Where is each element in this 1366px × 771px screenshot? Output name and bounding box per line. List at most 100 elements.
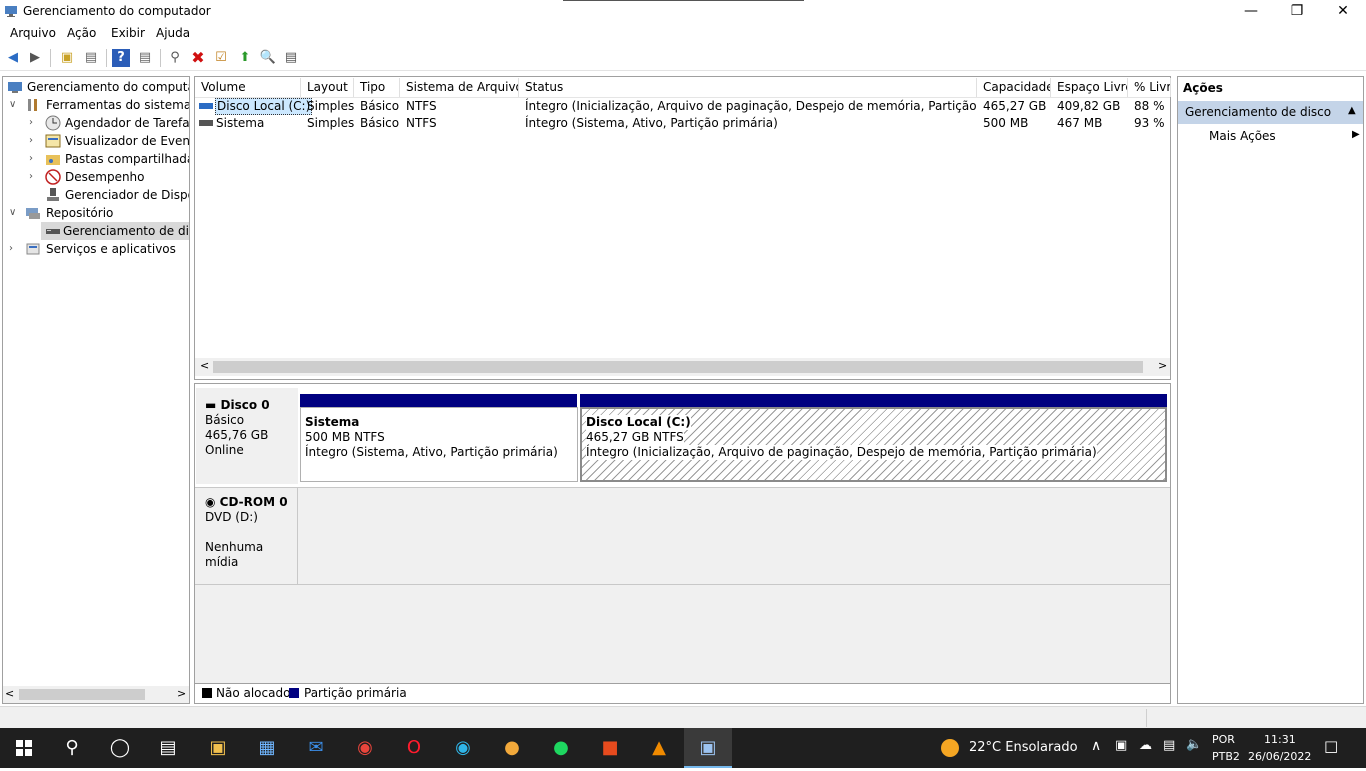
weather-label[interactable]: 22°C Ensolarado bbox=[969, 740, 1078, 755]
cortana-icon[interactable]: ◯ bbox=[96, 728, 144, 768]
partition-bar bbox=[300, 394, 577, 407]
show-hide-tree-icon[interactable]: ▤ bbox=[82, 49, 100, 67]
title-bar: Gerenciamento do computador — ❐ ✕ bbox=[0, 0, 1366, 24]
vlc-icon[interactable]: ▲ bbox=[635, 728, 683, 768]
cell-tipo: Básico bbox=[360, 116, 400, 130]
connect-drive-icon[interactable]: ⚲ bbox=[166, 49, 184, 67]
mail-icon[interactable]: ✉ bbox=[292, 728, 340, 768]
col-capacidade[interactable]: Capacidade bbox=[977, 78, 1051, 97]
clock-time[interactable]: 11:31 bbox=[1264, 733, 1296, 746]
cdrom-label[interactable]: ◉ CD-ROM 0 DVD (D:) Nenhuma mídia bbox=[196, 488, 298, 584]
tree-services[interactable]: › Serviços e aplicativos bbox=[5, 240, 189, 258]
cell-fs: NTFS bbox=[406, 99, 437, 113]
up-folder-icon[interactable]: ▣ bbox=[58, 49, 76, 67]
computer-management-taskbar-icon[interactable]: ▣ bbox=[684, 728, 732, 768]
back-arrow-icon[interactable]: ◀ bbox=[4, 49, 22, 67]
table-row[interactable]: Sistema Simples Básico NTFS Íntegro (Sis… bbox=[198, 115, 1170, 132]
col-layout[interactable]: Layout bbox=[301, 78, 354, 97]
teams-icon[interactable]: ▣ bbox=[1115, 738, 1127, 753]
menu-ajuda[interactable]: Ajuda bbox=[156, 26, 190, 40]
taskbar: ⚲ ◯ ▤ ▣ ▦ ✉ ◉ O ◉ ● ● ■ ▲ ▣ 22°C Ensolar… bbox=[0, 728, 1366, 768]
chevron-right-icon[interactable]: › bbox=[29, 114, 41, 132]
table-row[interactable]: Disco Local (C:) Simples Básico NTFS Ínt… bbox=[198, 98, 1170, 115]
scroll-thumb[interactable] bbox=[19, 689, 145, 700]
tree-root[interactable]: Gerenciamento do computador (Local) bbox=[5, 78, 189, 96]
cell-fs: NTFS bbox=[406, 116, 437, 130]
scroll-right-icon[interactable]: > bbox=[1158, 359, 1167, 372]
col-sistema-arquivos[interactable]: Sistema de Arquivos bbox=[400, 78, 519, 97]
keyboard-layout-label[interactable]: PTB2 bbox=[1212, 750, 1240, 763]
search-icon[interactable]: ⚲ bbox=[48, 728, 96, 768]
menu-arquivo[interactable]: Arquivo bbox=[10, 26, 56, 40]
scroll-left-icon[interactable]: < bbox=[200, 359, 209, 372]
task-view-icon[interactable]: ▤ bbox=[144, 728, 192, 768]
tree-task-scheduler[interactable]: › Agendador de Tarefas bbox=[5, 114, 189, 132]
scroll-thumb[interactable] bbox=[213, 361, 1143, 373]
scroll-right-icon[interactable]: > bbox=[177, 687, 186, 700]
edge-icon[interactable]: ◉ bbox=[439, 728, 487, 768]
import-icon[interactable]: ⬆ bbox=[236, 49, 254, 67]
windows-start-icon[interactable] bbox=[0, 728, 48, 768]
forward-arrow-icon[interactable]: ▶ bbox=[26, 49, 44, 67]
actions-section-disk-management[interactable]: Gerenciamento de disco ▲ bbox=[1178, 101, 1363, 124]
list-view-icon[interactable]: ▤ bbox=[282, 49, 300, 67]
delete-icon[interactable]: ✖ bbox=[189, 49, 207, 67]
file-explorer-icon[interactable]: ▣ bbox=[194, 728, 242, 768]
col-percent-livre[interactable]: % Livre bbox=[1128, 78, 1171, 97]
tree-shared-folders[interactable]: › Pastas compartilhadas bbox=[5, 150, 189, 168]
disk0-label[interactable]: ▬ Disco 0 Básico 465,76 GB Online bbox=[196, 388, 298, 484]
maximize-button[interactable]: ❐ bbox=[1274, 0, 1320, 24]
tree-disk-management[interactable]: Gerenciamento de disco bbox=[41, 222, 189, 240]
partition-sistema[interactable]: Sistema 500 MB NTFS Íntegro (Sistema, At… bbox=[300, 407, 578, 482]
tree-performance[interactable]: › Desempenho bbox=[5, 168, 189, 186]
scroll-left-icon[interactable]: < bbox=[5, 687, 14, 700]
onedrive-icon[interactable]: ☁ bbox=[1139, 738, 1152, 753]
col-tipo[interactable]: Tipo bbox=[354, 78, 400, 97]
volume-list: Volume Layout Tipo Sistema de Arquivos S… bbox=[194, 76, 1171, 380]
cell-status: Íntegro (Inicialização, Arquivo de pagin… bbox=[525, 99, 977, 113]
tree-label: Repositório bbox=[46, 206, 114, 220]
properties-icon[interactable]: ☑ bbox=[212, 49, 230, 67]
volume-horizontal-scrollbar[interactable]: < > bbox=[195, 358, 1170, 376]
col-espaco-livre[interactable]: Espaço Livre bbox=[1051, 78, 1128, 97]
partition-disco-local-c[interactable]: Disco Local (C:) 465,27 GB NTFS Íntegro … bbox=[580, 407, 1167, 482]
tree-system-tools[interactable]: ∨ Ferramentas do sistema bbox=[5, 96, 189, 114]
tree-storage[interactable]: ∨ Repositório bbox=[5, 204, 189, 222]
network-icon[interactable]: ▤ bbox=[1163, 738, 1175, 753]
chevron-up-icon[interactable]: ∧ bbox=[1091, 738, 1101, 754]
more-actions-item[interactable]: Mais Ações ▶ bbox=[1178, 127, 1363, 147]
cell-volume: Disco Local (C:) bbox=[215, 98, 313, 115]
chevron-down-icon[interactable]: ∨ bbox=[9, 96, 21, 114]
collapse-triangle-icon[interactable]: ▲ bbox=[1348, 105, 1356, 116]
chevron-right-icon[interactable]: › bbox=[29, 168, 41, 186]
tree-horizontal-scrollbar[interactable]: < > bbox=[3, 686, 189, 703]
col-volume[interactable]: Volume bbox=[195, 78, 301, 97]
chevron-right-icon[interactable]: › bbox=[9, 240, 21, 258]
notification-icon[interactable]: □ bbox=[1324, 737, 1338, 755]
actions-pane: Ações Gerenciamento de disco ▲ Mais Açõe… bbox=[1177, 76, 1364, 704]
language-label[interactable]: POR bbox=[1212, 733, 1235, 746]
search-folder-icon[interactable]: 🔍 bbox=[259, 49, 277, 67]
col-status[interactable]: Status bbox=[519, 78, 977, 97]
menu-exibir[interactable]: Exibir bbox=[111, 26, 145, 40]
show-hide-actions-icon[interactable]: ▤ bbox=[136, 49, 154, 67]
chevron-right-icon[interactable]: › bbox=[29, 132, 41, 150]
chevron-right-icon[interactable]: › bbox=[29, 150, 41, 168]
volume-icon[interactable]: 🔈 bbox=[1186, 737, 1202, 752]
store-icon[interactable]: ▦ bbox=[243, 728, 291, 768]
clock-date[interactable]: 26/06/2022 bbox=[1248, 750, 1311, 763]
close-button[interactable]: ✕ bbox=[1320, 0, 1366, 24]
legend-primary-swatch bbox=[289, 688, 299, 698]
chevron-down-icon[interactable]: ∨ bbox=[9, 204, 21, 222]
minimize-button[interactable]: — bbox=[1228, 0, 1274, 24]
vpn-app-icon[interactable]: ● bbox=[488, 728, 536, 768]
tree-device-manager[interactable]: Gerenciador de Dispositivos bbox=[5, 186, 189, 204]
partition-size: 500 MB NTFS bbox=[305, 430, 385, 444]
spotify-icon[interactable]: ● bbox=[537, 728, 585, 768]
office-icon[interactable]: ■ bbox=[586, 728, 634, 768]
opera-icon[interactable]: O bbox=[390, 728, 438, 768]
help-icon[interactable]: ? bbox=[112, 49, 130, 67]
chrome-icon[interactable]: ◉ bbox=[341, 728, 389, 768]
menu-acao[interactable]: Ação bbox=[67, 26, 96, 40]
tree-event-viewer[interactable]: › Visualizador de Eventos bbox=[5, 132, 189, 150]
